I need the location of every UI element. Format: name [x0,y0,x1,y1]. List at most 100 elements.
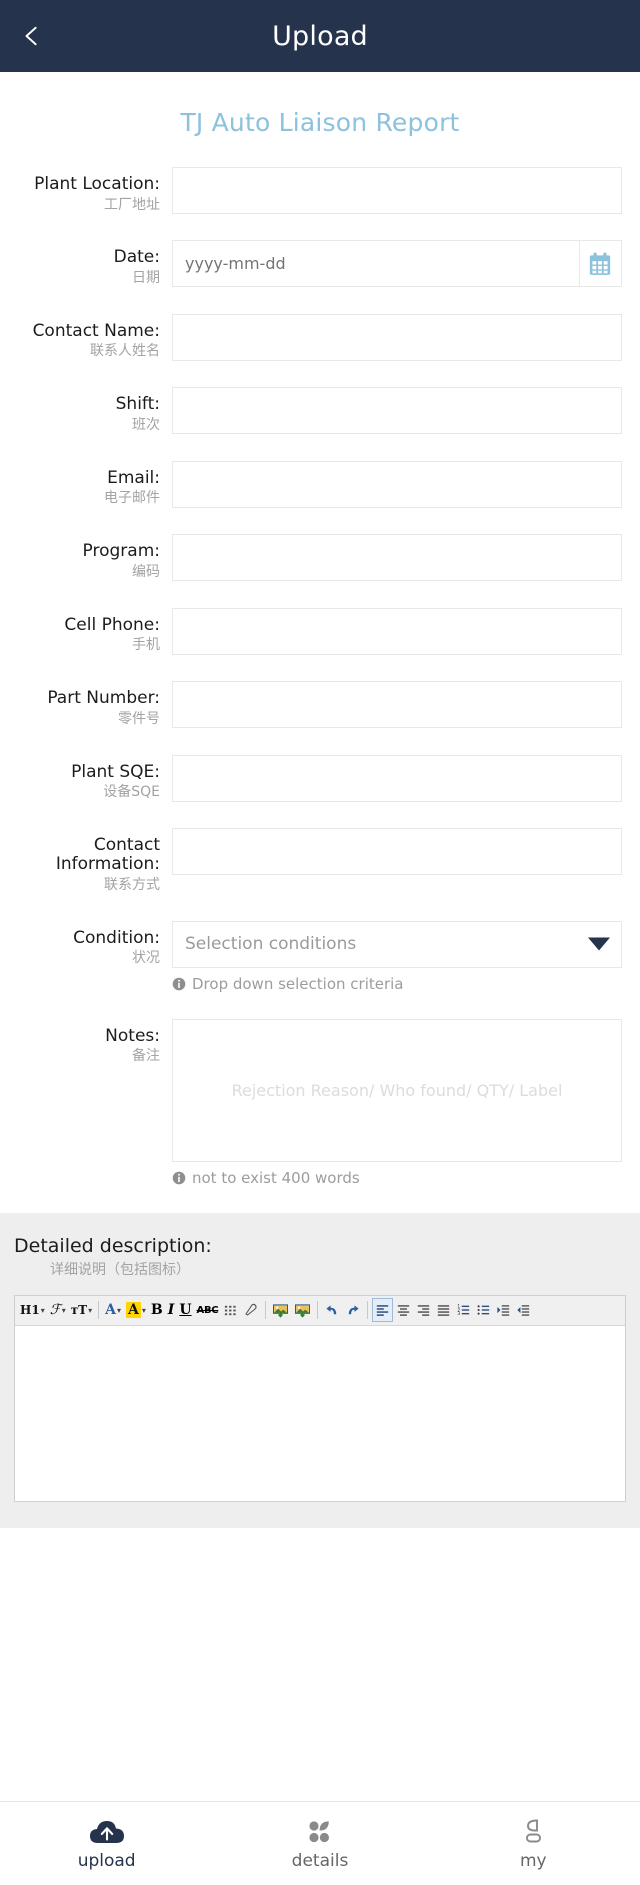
tab-details[interactable]: details [213,1817,426,1871]
program-input[interactable] [172,534,622,582]
font-family-select-label: ℱ [49,1302,61,1319]
date-field-group [172,240,622,288]
liaison-report-form: Plant Location: 工厂地址 Date: 日期 yyyy-mm-dd… [0,167,640,1213]
notes-hint-text: not to exist 400 words [192,1168,360,1187]
clear-format-button[interactable] [241,1298,261,1322]
contact-name-input[interactable] [172,313,622,361]
toolbar-separator [265,1301,267,1320]
back-button[interactable] [0,0,64,72]
align-justify-icon [438,1305,450,1317]
highlight-color-button[interactable]: A ▾ [124,1298,148,1322]
label-cn: 手机 [132,637,160,654]
email-input[interactable] [172,460,622,508]
label-cn: 联系方式 [104,877,160,894]
unordered-list-button[interactable] [474,1298,493,1322]
field-label-contact-information: Contact Information: 联系方式 [0,828,172,895]
label-cn: 设备SQE [103,784,160,801]
report-title: TJ Auto Liaison Report [180,108,460,137]
tab-label-details: details [291,1850,349,1871]
eraser-icon [245,1304,257,1317]
editor-toolbar: H1 ▾ ℱ ▾ ᴛT ▾ A ▾ A ▾ B I U ABC 1 2 3 [15,1295,625,1326]
condition-select[interactable]: Selection conditions [172,920,622,968]
field-row-condition: Condition: 状况 Selection conditions Drop … [0,920,622,1019]
strikethrough-button[interactable]: ABC [195,1298,221,1322]
field-row-cell-phone: Cell Phone: 手机 [0,607,622,681]
date-input[interactable] [172,240,579,288]
align-center-button[interactable] [394,1298,413,1322]
calendar-picker-button[interactable] [578,240,622,288]
upload-image-button[interactable] [292,1298,313,1322]
editor-content-area[interactable] [15,1325,625,1501]
page-body: TJ Auto Liaison Report Plant Location: 工… [0,72,640,1801]
align-center-icon [398,1305,410,1317]
label-cn: 日期 [132,269,160,286]
tab-label-my: my [520,1850,547,1871]
label-en: Date: [113,247,160,268]
detailed-description-heading-cn: 详细说明（包括图标） [50,1261,190,1278]
condition-select-value: Selection conditions [185,934,357,955]
redo-button[interactable] [343,1298,363,1322]
label-en: Cell Phone: [64,614,160,635]
italic-button[interactable]: I [166,1298,177,1322]
detailed-description-section: Detailed description: 详细说明（包括图标） H1 ▾ ℱ ▾ … [0,1212,640,1528]
bottom-tab-bar: upload details my [0,1801,640,1885]
text-color-button[interactable]: A ▾ [103,1298,123,1322]
shift-input[interactable] [172,387,622,435]
app-header: Upload [0,0,640,72]
field-label-notes: Notes: 备注 [0,1019,172,1066]
part-number-input[interactable] [172,681,622,729]
tab-my[interactable]: my [427,1817,640,1871]
align-right-button[interactable] [414,1298,433,1322]
field-row-plant-location: Plant Location: 工厂地址 [0,167,622,240]
table-button[interactable] [221,1298,240,1322]
ordered-list-button[interactable]: 123 [454,1298,473,1322]
bold-label: B [150,1302,163,1319]
person-icon [526,1819,542,1842]
toolbar-separator [98,1301,100,1320]
label-en: Email: [107,467,160,488]
rich-text-editor: H1 ▾ ℱ ▾ ᴛT ▾ A ▾ A ▾ B I U ABC 1 2 3 [14,1294,626,1502]
svg-text:3: 3 [458,1311,461,1317]
heading-select-label: H1 [20,1303,40,1318]
plant-sqe-input[interactable] [172,754,622,802]
label-cn: 备注 [132,1048,160,1065]
undo-button[interactable] [322,1298,342,1322]
label-cn: 联系人姓名 [90,343,160,360]
italic-label: I [167,1302,175,1319]
underline-button[interactable]: U [177,1298,193,1322]
plant-location-input[interactable] [172,167,622,214]
field-label-part-number: Part Number: 零件号 [0,681,172,728]
cell-phone-input[interactable] [172,607,622,655]
tab-upload[interactable]: upload [0,1817,213,1871]
field-label-plant-location: Plant Location: 工厂地址 [0,167,172,214]
label-en: Plant Location: [34,174,160,194]
redo-arrow-icon [349,1305,359,1315]
outdent-button[interactable] [514,1298,533,1322]
field-label-cell-phone: Cell Phone: 手机 [0,608,172,655]
field-label-program: Program: 编码 [0,534,172,581]
font-size-select[interactable]: ᴛT ▾ [69,1298,94,1322]
field-row-part-number: Part Number: 零件号 [0,681,622,754]
insert-image-button[interactable] [270,1298,291,1322]
font-family-select[interactable]: ℱ ▾ [48,1298,68,1322]
page-title: Upload [272,20,368,52]
bold-button[interactable]: B [149,1298,165,1322]
label-en: Program: [82,541,160,562]
contact-information-input[interactable] [172,827,622,875]
label-cn: 状况 [132,950,160,967]
undo-arrow-icon [326,1305,337,1315]
align-left-button[interactable] [372,1298,394,1323]
field-row-contact-name: Contact Name: 联系人姓名 [0,313,622,387]
indent-icon [497,1305,510,1317]
notes-textarea[interactable]: Rejection Reason/ Who found/ QTY/ Label [172,1018,622,1162]
align-justify-button[interactable] [434,1298,453,1322]
ordered-list-icon: 123 [458,1304,470,1317]
field-label-email: Email: 电子邮件 [0,461,172,508]
heading-select[interactable]: H1 ▾ [18,1298,47,1322]
detailed-description-heading-en: Detailed description: [14,1234,212,1257]
label-cn: 工厂地址 [104,196,160,213]
indent-button[interactable] [494,1298,513,1322]
info-icon [172,1171,186,1185]
condition-hint-text: Drop down selection criteria [192,974,404,993]
upload-page: Upload TJ Auto Liaison Report Plant Loca… [0,0,640,1885]
